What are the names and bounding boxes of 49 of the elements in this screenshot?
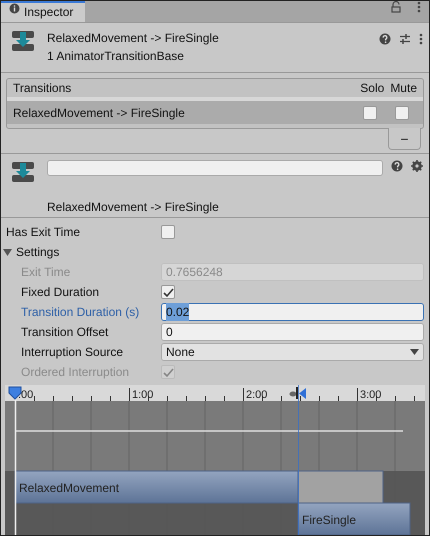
- column-header: Solo: [360, 80, 384, 98]
- kebab-menu-icon[interactable]: [419, 32, 423, 45]
- transition-icon: [11, 28, 35, 53]
- inspector-tab[interactable]: Inspector: [1, 1, 86, 22]
- number-field[interactable]: 0.02: [161, 303, 424, 321]
- help-icon[interactable]: [391, 160, 403, 172]
- transition-icon: [11, 160, 35, 184]
- triangle-icon: [3, 248, 12, 256]
- checkbox[interactable]: [395, 106, 409, 120]
- settings-icon[interactable]: [411, 160, 423, 172]
- column-header: Transitions: [13, 80, 72, 98]
- field-label: Interruption Source: [21, 344, 124, 361]
- transition-row[interactable]: RelaxedMovement -> FireSingle: [7, 101, 423, 124]
- help-icon[interactable]: [379, 32, 391, 45]
- caret-icon: [410, 349, 419, 355]
- kebab-menu-icon[interactable]: [417, 1, 421, 13]
- inspector-subtitle: 1 AnimatorTransitionBase: [47, 48, 185, 65]
- clip-bar[interactable]: [14, 470, 298, 504]
- checkbox[interactable]: [363, 106, 377, 120]
- sliders-icon[interactable]: [399, 32, 411, 45]
- time-label: 1:00: [132, 389, 154, 401]
- number-field[interactable]: 0: [161, 323, 424, 341]
- transition-label: RelaxedMovement -> FireSingle: [47, 199, 220, 216]
- inspector-title: RelaxedMovement -> FireSingle: [47, 30, 219, 47]
- settings-foldout[interactable]: Settings: [3, 243, 60, 261]
- name-field[interactable]: [47, 160, 383, 176]
- clip-label: FireSingle: [302, 513, 356, 527]
- time-label: 2:00: [246, 389, 268, 401]
- checkbox[interactable]: [161, 225, 175, 239]
- field-label: Fixed Duration: [21, 284, 100, 301]
- field-label: Ordered Interruption: [21, 364, 130, 381]
- clip-bar[interactable]: [298, 502, 410, 535]
- time-label: :00: [18, 389, 34, 401]
- time-ruler[interactable]: [5, 385, 425, 401]
- transition-name: RelaxedMovement -> FireSingle: [13, 104, 186, 122]
- field-label: Transition Duration (s): [21, 304, 140, 321]
- time-label: 3:00: [360, 389, 382, 401]
- checkbox[interactable]: [161, 285, 175, 299]
- field-label: Has Exit Time: [6, 224, 82, 241]
- field-label: Transition Offset: [21, 324, 110, 341]
- transition-marker-icon[interactable]: [290, 387, 306, 399]
- column-header: Mute: [390, 80, 417, 98]
- remove-button[interactable]: −: [388, 128, 421, 150]
- lock-icon[interactable]: [391, 1, 401, 13]
- info-icon: [9, 3, 20, 14]
- field-label: Exit Time: [21, 264, 72, 281]
- number-field: 0.7656248: [161, 263, 424, 281]
- clip-label: RelaxedMovement: [19, 481, 120, 495]
- dropdown[interactable]: None: [161, 343, 424, 361]
